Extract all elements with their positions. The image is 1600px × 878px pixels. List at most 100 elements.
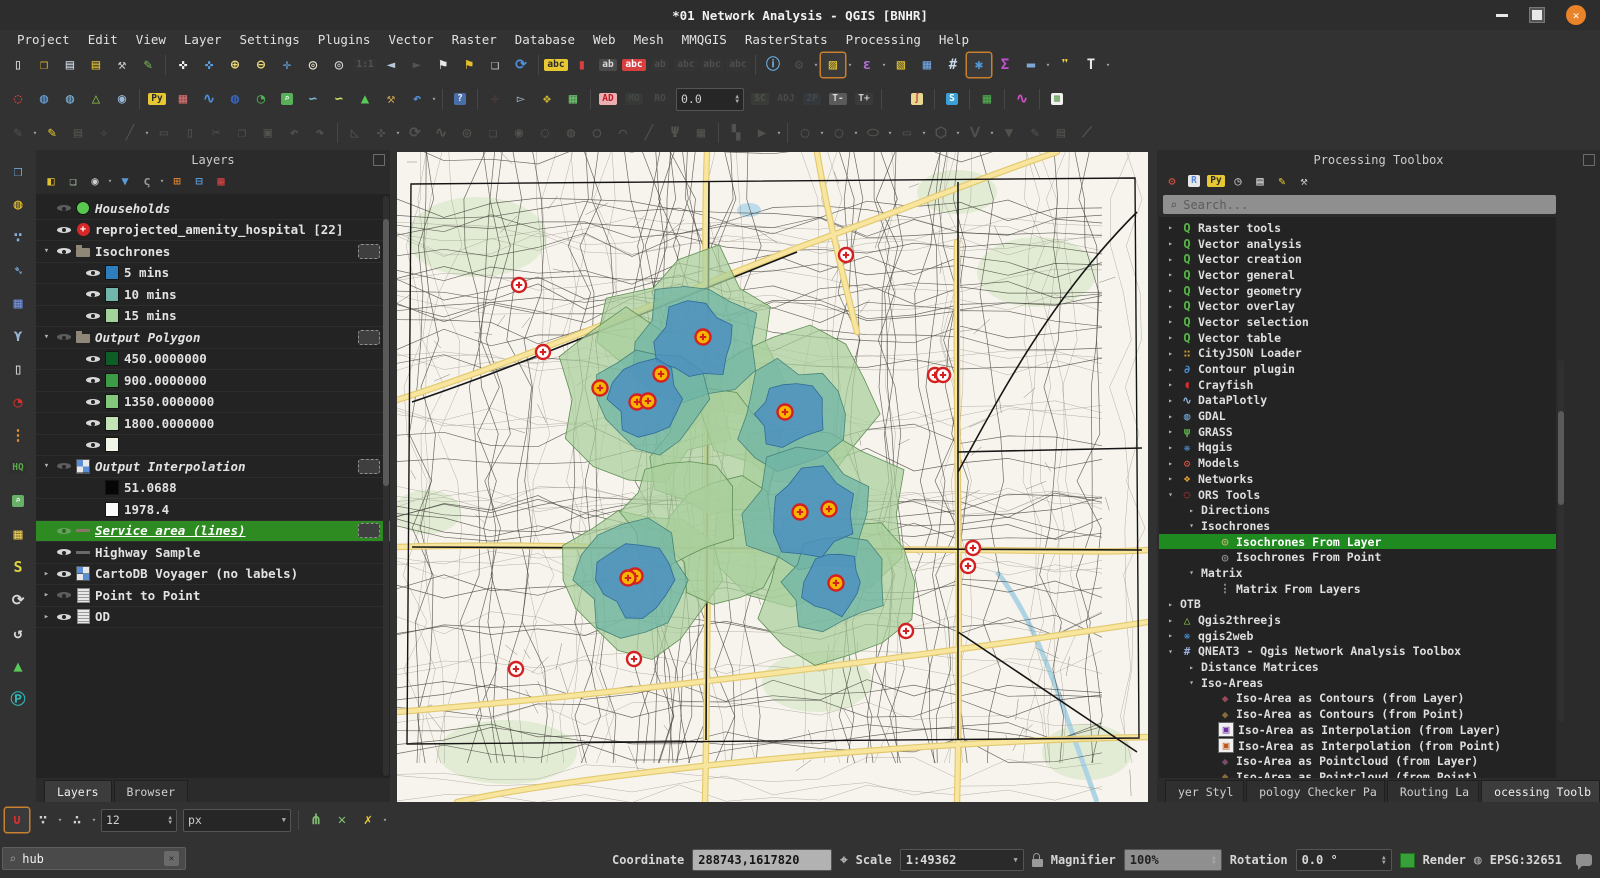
profile-tool[interactable]: ∿ [1010,87,1034,111]
trim-extend-dropdown[interactable]: ▾ [988,129,996,137]
layer-highway-sample-visibility-toggle[interactable] [57,545,71,559]
table-manager[interactable]: ▦ [975,87,999,111]
layer-blank-class[interactable] [36,435,390,457]
terrain-shading[interactable]: ▲ [353,87,377,111]
toolbox-item-qneat3-qgis-network-analysis-toolbox[interactable]: ▾#QNEAT3 - Qgis Network Analysis Toolbox [1159,644,1556,660]
dataplotly[interactable]: ∿ [197,87,221,111]
angle-spin-arrows[interactable]: ▲▼ [735,94,739,104]
layer-15-mins-visibility-toggle[interactable] [86,309,100,323]
menu-help[interactable]: Help [930,32,978,47]
new-project[interactable]: ▯ [6,53,30,77]
zoom-in[interactable]: ⊕ [223,53,247,77]
toolbox-item-networks[interactable]: ▸❖Networks [1159,471,1556,487]
close-button[interactable]: ✕ [1566,5,1586,25]
ors-route[interactable]: ∫ [905,87,929,111]
snapping-tolerance[interactable]: 12▲▼ [101,809,177,832]
run-flow-dropdown[interactable]: ▾ [775,129,783,137]
layer-5-mins-visibility-toggle[interactable] [86,266,100,280]
refresh-map[interactable]: ⟳ [509,53,533,77]
r-scripts-menu[interactable]: R [1184,171,1204,191]
group-isochrones[interactable]: ▾Isochrones [36,241,390,263]
toolbox-item-matrix[interactable]: ▾Matrix [1159,565,1556,581]
group-output-interpolation-expander[interactable]: ▾ [41,461,52,471]
add-vector-layer[interactable]: ◍ [5,191,31,217]
zoom-full[interactable]: ✛ [275,53,299,77]
pan-to-selection[interactable]: ✜ [197,53,221,77]
layer-1800-visibility-toggle[interactable] [86,416,100,430]
menu-vector[interactable]: Vector [379,32,442,47]
toolbox-item-vector-geometry-expander[interactable]: ▸ [1165,286,1176,295]
sld4raster[interactable]: S [940,87,964,111]
toolbox-item-raster-tools-expander[interactable]: ▸ [1165,223,1176,232]
select-by-rectangle-dropdown[interactable]: ▾ [846,61,854,69]
contour-plugin[interactable]: ∽ [327,87,351,111]
toolbox-item-cityjson-loader-expander[interactable]: ▸ [1165,349,1176,358]
coordinate-input[interactable]: 288743,1617820 [692,849,832,871]
python-scripts-menu[interactable]: Py [1206,171,1226,191]
add-pointcloud-layer[interactable]: ⋎ [5,323,31,349]
toolbox-item-qgis2threejs[interactable]: ▸△Qgis2threejs [1159,612,1556,628]
menu-settings[interactable]: Settings [231,32,309,47]
chip-t-minus[interactable]: T- [826,87,850,111]
metasearch[interactable]: ◉ [110,87,134,111]
layer-service-area-lines[interactable]: Service area (lines) [36,521,390,543]
group-output-polygon-visibility-toggle[interactable] [57,330,71,344]
toolbox-scrollbar[interactable] [1558,360,1564,722]
locator-search-input[interactable]: ⌕ hub ✕ [2,847,186,870]
legend-1978-4[interactable]: 1978.4 [36,499,390,521]
toolbox-item-grass-expander[interactable]: ▸ [1165,427,1176,436]
circle-from-3-points-dropdown[interactable]: ▾ [852,129,860,137]
layer-households[interactable]: Households [36,198,390,220]
results-viewer[interactable]: ▤ [1250,171,1270,191]
toolbox-item-vector-table-expander[interactable]: ▸ [1165,333,1176,342]
toolbox-item-directions[interactable]: ▸Directions [1159,502,1556,518]
bnhr-plugin[interactable]: ◔ [5,389,31,415]
toolbox-item-iso-area-as-pointcloud-from-point[interactable]: ◆Iso-Area as Pointcloud (from Point) [1159,769,1556,778]
mmqgis-grid[interactable]: ▦ [171,87,195,111]
history[interactable]: ◷ [1228,171,1248,191]
snapping-tolerance-arrows[interactable]: ▲▼ [168,815,172,825]
menu-plugins[interactable]: Plugins [309,32,380,47]
reload-plugin[interactable]: ↺ [5,620,31,646]
measure-line-dropdown[interactable]: ▾ [1044,61,1052,69]
current-edits-dropdown[interactable]: ▾ [31,129,39,137]
panel-tab-pology-checker-pa[interactable]: pology Checker Pa [1246,780,1385,802]
save-project-as[interactable]: ▤ [84,53,108,77]
layer-households-visibility-toggle[interactable] [57,201,71,215]
gps-tool[interactable]: ▻ [509,87,533,111]
globe-plugin[interactable]: ◍ [223,87,247,111]
help-contents[interactable]: ? [448,87,472,111]
toolbox-item-vector-analysis[interactable]: ▸QVector analysis [1159,236,1556,252]
snapping-on-intersection[interactable]: ✗ [356,808,380,832]
group-output-polygon-expander[interactable]: ▾ [41,332,52,342]
show-bookmarks[interactable]: ⚑ [457,53,481,77]
layer-10-mins[interactable]: 10 mins [36,284,390,306]
toolbox-item-hqgis-expander[interactable]: ▸ [1165,443,1176,452]
chart-plugin[interactable]: ⋮ [5,422,31,448]
layer-1350[interactable]: 1350.0000000 [36,392,390,414]
deselect-all[interactable]: ▧ [889,53,913,77]
ors-tools[interactable]: ◌ [6,87,30,111]
move-feature-dropdown[interactable]: ▾ [394,129,402,137]
toolbox-item-vector-general[interactable]: ▸QVector general [1159,267,1556,283]
qgis2threejs[interactable]: △ [84,87,108,111]
toolbox-item-dataplotly[interactable]: ▸∿DataPlotly [1159,393,1556,409]
angle-spin[interactable]: 0.0▲▼ [676,88,744,111]
layout-manager[interactable]: ⚒ [110,53,134,77]
tab-layers[interactable]: Layers [44,780,112,802]
statistical-summary[interactable]: Σ [993,53,1017,77]
layer-od[interactable]: ▸OD [36,607,390,629]
group-output-polygon[interactable]: ▾Output Polygon [36,327,390,349]
rotation-spinner[interactable]: 0.0 ° ▲▼ [1296,849,1392,871]
ellipse-tool-dropdown[interactable]: ▾ [886,129,894,137]
toolbox-item-vector-table[interactable]: ▸QVector table [1159,330,1556,346]
data-source-manager[interactable]: ❐ [5,158,31,184]
gdrive-plugin[interactable]: ▲ [5,653,31,679]
search-layers[interactable]: ⌕ [5,488,31,514]
group-isochrones-indicator-badge[interactable] [358,244,380,259]
scale-select[interactable]: 1:49362 ▼ [900,849,1024,871]
filter-by-expression[interactable]: ς [137,171,157,191]
menu-raster[interactable]: Raster [443,32,506,47]
rectangle-tool-dropdown[interactable]: ▾ [920,129,928,137]
layer-900-visibility-toggle[interactable] [86,373,100,387]
